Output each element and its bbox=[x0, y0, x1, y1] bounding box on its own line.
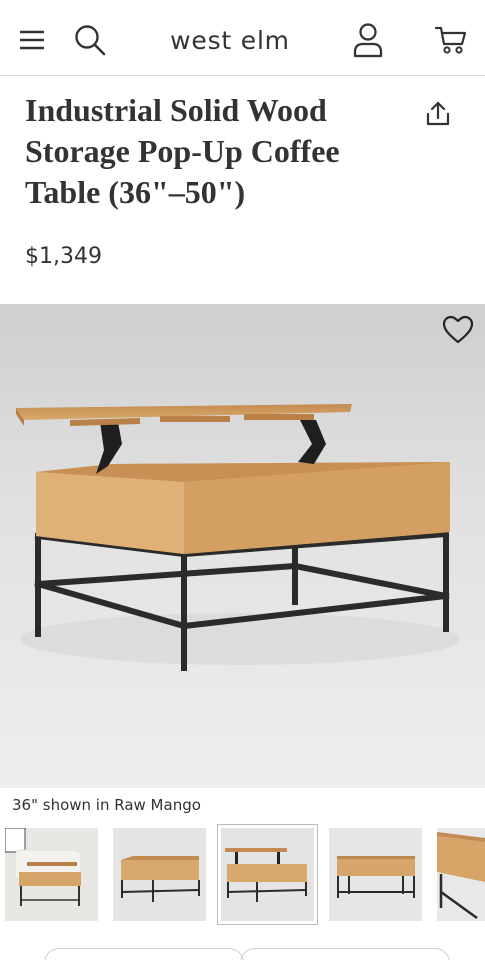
front-view-thumbnail-image bbox=[329, 828, 422, 921]
heart-icon bbox=[442, 315, 474, 344]
thumbnail-3[interactable] bbox=[217, 824, 318, 925]
cart-button[interactable] bbox=[430, 20, 472, 60]
coffee-table-image bbox=[16, 404, 460, 671]
account-icon bbox=[353, 23, 383, 58]
site-header: west elm bbox=[0, 0, 485, 76]
favorite-button[interactable] bbox=[441, 314, 475, 346]
closed-table-thumbnail-image bbox=[113, 828, 206, 921]
lift-top-thumbnail-image bbox=[221, 828, 314, 921]
thumbnail-5[interactable] bbox=[437, 828, 485, 921]
share-button[interactable] bbox=[422, 98, 454, 130]
thumbnail-1[interactable] bbox=[5, 828, 98, 921]
account-button[interactable] bbox=[348, 20, 388, 60]
share-icon bbox=[426, 101, 450, 126]
brand-logo[interactable]: west elm bbox=[150, 26, 310, 55]
thumbnail-2[interactable] bbox=[113, 828, 206, 921]
option-pill-left[interactable] bbox=[44, 948, 244, 960]
thumbnail-4[interactable] bbox=[329, 828, 422, 921]
menu-button[interactable] bbox=[14, 22, 50, 58]
cart-icon bbox=[434, 26, 467, 54]
menu-icon bbox=[20, 30, 44, 50]
search-button[interactable] bbox=[70, 20, 110, 60]
option-pill-right[interactable] bbox=[240, 948, 450, 960]
detail-view-thumbnail-image bbox=[437, 828, 485, 921]
image-caption: 36" shown in Raw Mango bbox=[12, 796, 201, 814]
thumbnail-carousel bbox=[0, 822, 485, 928]
bottom-options-bar bbox=[0, 948, 485, 960]
room-scene-thumbnail-image bbox=[5, 828, 98, 921]
product-image[interactable] bbox=[0, 304, 485, 788]
product-title: Industrial Solid Wood Storage Pop-Up Cof… bbox=[25, 92, 340, 210]
search-icon bbox=[75, 25, 106, 56]
product-price: $1,349 bbox=[25, 244, 102, 269]
